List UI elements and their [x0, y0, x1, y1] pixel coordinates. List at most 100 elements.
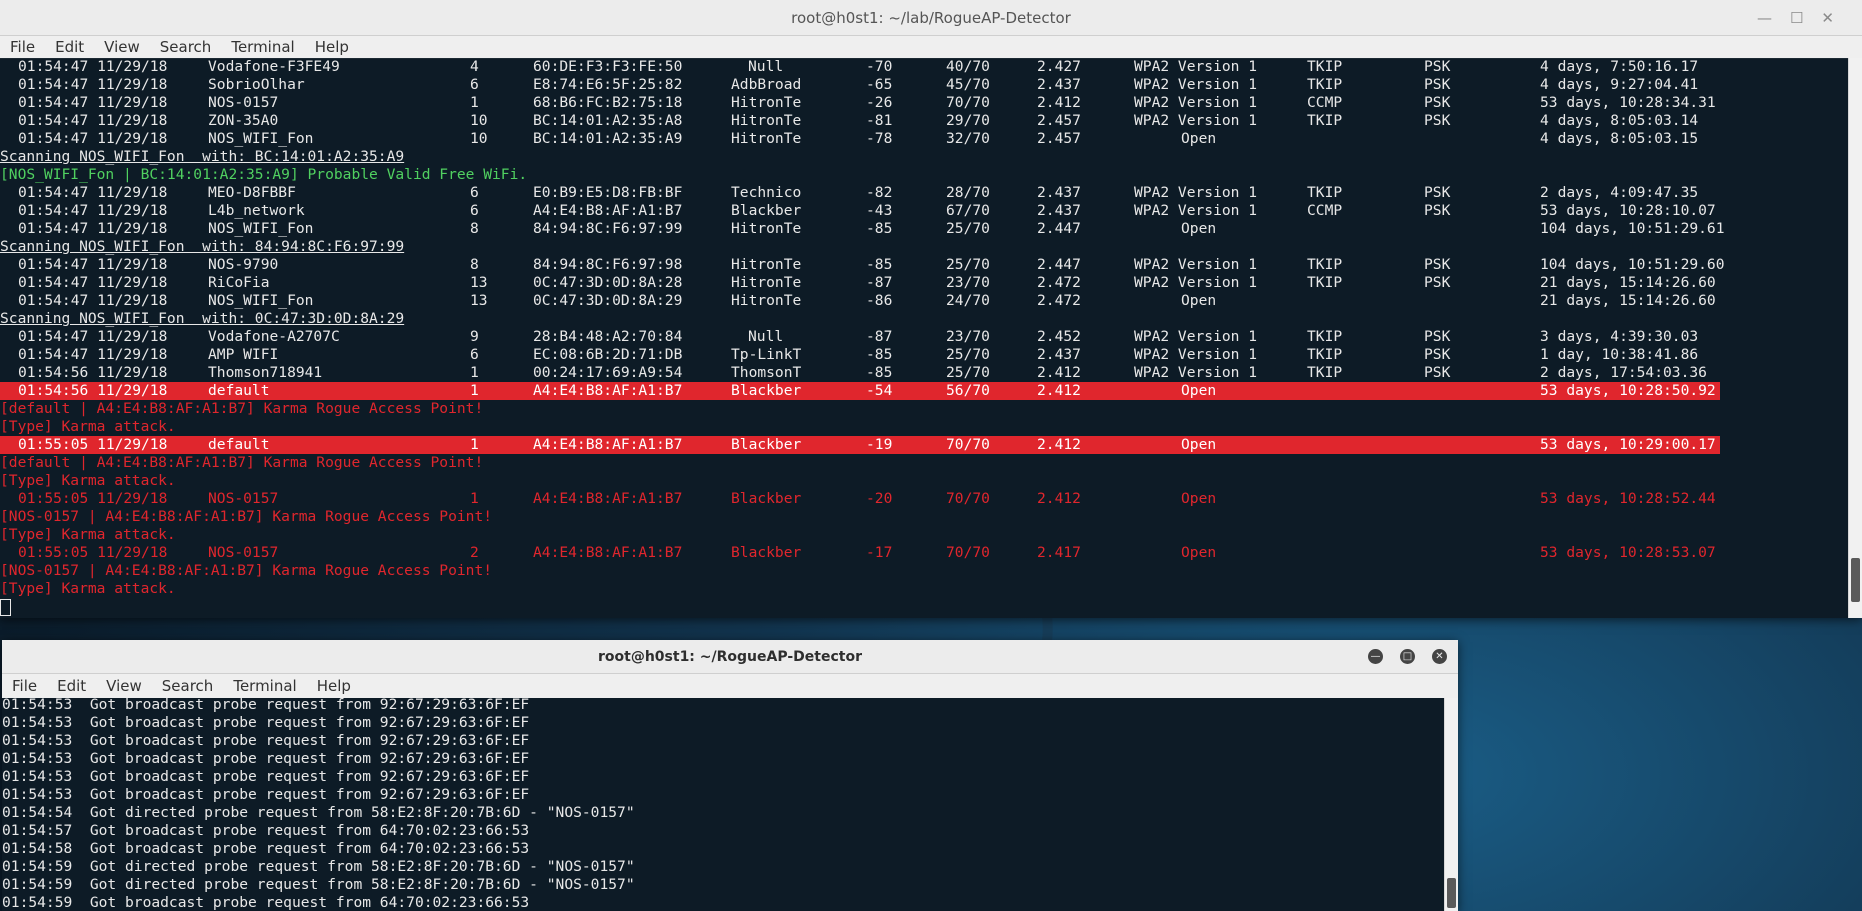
- window-titlebar[interactable]: root@h0st1: ~/lab/RogueAP-Detector — ☐ ✕: [0, 0, 1862, 36]
- cell-time: 01:54:56 11/29/18: [18, 364, 168, 381]
- line-text: Scanning NOS_WIFI_Fon with: 84:94:8C:F6:…: [0, 238, 405, 255]
- cell-ssid: default: [208, 382, 270, 399]
- terminal-window-secondary: root@h0st1: ~/RogueAP-Detector — □ ✕ Fil…: [2, 640, 1458, 911]
- cell-cipher: TKIP: [1307, 346, 1343, 363]
- terminal-output[interactable]: 01:54:53 Got broadcast probe request fro…: [2, 696, 1445, 911]
- cell-channel: 4: [470, 58, 479, 75]
- scrollbar[interactable]: [1848, 58, 1862, 618]
- terminal-output[interactable]: 01:54:47 11/29/18 Vodafone-F3FE49 4 60:DE:F…: [0, 58, 1849, 618]
- cell-mac: A4:E4:B8:AF:A1:B7: [533, 490, 683, 507]
- menu-help[interactable]: Help: [307, 677, 361, 695]
- cell-frequency: 2.437: [1037, 346, 1081, 363]
- cell-time: 01:54:47 11/29/18: [18, 220, 168, 237]
- cell-channel: 8: [470, 256, 479, 273]
- cell-encryption: Open: [1181, 220, 1217, 237]
- cell-mac: 60:DE:F3:F3:FE:50: [533, 58, 683, 75]
- cell-frequency: 2.412: [1037, 436, 1081, 453]
- menu-terminal[interactable]: Terminal: [221, 38, 304, 56]
- cell-cipher: TKIP: [1307, 58, 1343, 75]
- cell-channel: 13: [470, 274, 488, 291]
- cell-channel: 1: [470, 382, 479, 399]
- menu-view[interactable]: View: [96, 677, 152, 695]
- cell-encryption: WPA2 Version 1: [1134, 364, 1258, 381]
- cell-cipher: TKIP: [1307, 364, 1343, 381]
- line-text: [NOS_WIFI_Fon | BC:14:01:A2:35:A9] Proba…: [0, 166, 528, 183]
- close-icon[interactable]: ✕: [1821, 9, 1834, 27]
- alert-line: [Type] Karma attack.: [0, 472, 1849, 490]
- window-titlebar[interactable]: root@h0st1: ~/RogueAP-Detector — □ ✕: [2, 640, 1458, 674]
- cell-mac: 68:B6:FC:B2:75:18: [533, 94, 683, 111]
- cell-frequency: 2.452: [1037, 328, 1081, 345]
- cell-uptime: 4 days, 8:05:03.15: [1540, 130, 1699, 147]
- cell-ssid: MEO-D8FBBF: [208, 184, 296, 201]
- cell-time: 01:55:05 11/29/18: [18, 490, 168, 507]
- cell-frequency: 2.447: [1037, 256, 1081, 273]
- maximize-icon[interactable]: ☐: [1790, 9, 1803, 27]
- cell-frequency: 2.447: [1037, 220, 1081, 237]
- scan-row: 01:54:47 11/29/18 RiCoFia 13 0C:47:3D:0D:8A…: [0, 274, 1849, 292]
- menu-file[interactable]: File: [2, 677, 47, 695]
- cell-quality: 70/70: [946, 436, 990, 453]
- cell-uptime: 4 days, 7:50:16.17: [1540, 58, 1699, 75]
- probe-log-line: 01:54:53 Got broadcast probe request fro…: [2, 696, 530, 713]
- cell-encryption: Open: [1181, 490, 1217, 507]
- cell-uptime: 53 days, 10:28:53.07: [1540, 544, 1716, 561]
- scan-row: 01:55:05 11/29/18 NOS-0157 2 A4:E4:B8:AF:A1…: [0, 544, 1849, 562]
- close-icon[interactable]: ✕: [1432, 649, 1447, 664]
- cell-encryption: Open: [1181, 544, 1217, 561]
- cell-signal: -19: [866, 436, 893, 453]
- menu-help[interactable]: Help: [305, 38, 359, 56]
- cell-quality: 29/70: [946, 112, 990, 129]
- cell-mac: 00:24:17:69:A9:54: [533, 364, 683, 381]
- scrollbar[interactable]: [1444, 698, 1458, 911]
- cell-channel: 6: [470, 184, 479, 201]
- cell-ssid: NOS-0157: [208, 544, 279, 561]
- line-text: [Type] Karma attack.: [0, 526, 176, 543]
- cell-time: 01:54:47 11/29/18: [18, 202, 168, 219]
- menu-edit[interactable]: Edit: [45, 38, 94, 56]
- scrollbar-thumb[interactable]: [1447, 878, 1456, 908]
- cell-auth: PSK: [1424, 112, 1451, 129]
- cell-time: 01:55:05 11/29/18: [18, 436, 168, 453]
- cell-vendor: HitronTe: [731, 274, 802, 291]
- cell-channel: 1: [470, 94, 479, 111]
- cell-quality: 70/70: [946, 94, 990, 111]
- cell-quality: 70/70: [946, 544, 990, 561]
- probe-log-line: 01:54:59 Got broadcast probe request fro…: [2, 894, 530, 911]
- scan-row: 01:54:47 11/29/18 NOS_WIFI_Fon 10 BC:14:01:…: [0, 130, 1849, 148]
- maximize-icon[interactable]: □: [1400, 649, 1415, 664]
- cell-uptime: 21 days, 15:14:26.60: [1540, 274, 1716, 291]
- menu-search[interactable]: Search: [152, 677, 224, 695]
- cell-mac: A4:E4:B8:AF:A1:B7: [533, 436, 683, 453]
- cell-frequency: 2.472: [1037, 274, 1081, 291]
- scan-row: 01:54:47 11/29/18 Vodafone-F3FE49 4 60:DE:F…: [0, 58, 1849, 76]
- menu-bar: File Edit View Search Terminal Help: [0, 36, 1862, 59]
- cell-uptime: 53 days, 10:28:50.92: [1540, 382, 1716, 399]
- cell-auth: PSK: [1424, 328, 1451, 345]
- cell-cipher: TKIP: [1307, 76, 1343, 93]
- cell-mac: EC:08:6B:2D:71:DB: [533, 346, 683, 363]
- minimize-icon[interactable]: —: [1368, 649, 1383, 664]
- cell-uptime: 2 days, 17:54:03.36: [1540, 364, 1707, 381]
- scrollbar-thumb[interactable]: [1851, 558, 1860, 602]
- cell-mac: E0:B9:E5:D8:FB:BF: [533, 184, 683, 201]
- window-controls: — □ ✕: [1351, 640, 1447, 673]
- cell-ssid: default: [208, 436, 270, 453]
- menu-view[interactable]: View: [94, 38, 150, 56]
- minimize-icon[interactable]: —: [1757, 9, 1772, 27]
- cell-mac: A4:E4:B8:AF:A1:B7: [533, 544, 683, 561]
- menu-terminal[interactable]: Terminal: [223, 677, 306, 695]
- alert-line: [NOS-0157 | A4:E4:B8:AF:A1:B7] Karma Rog…: [0, 562, 1849, 580]
- menu-search[interactable]: Search: [150, 38, 222, 56]
- cell-ssid: NOS_WIFI_Fon: [208, 130, 314, 147]
- menu-edit[interactable]: Edit: [47, 677, 96, 695]
- cell-auth: PSK: [1424, 346, 1451, 363]
- cell-cipher: TKIP: [1307, 256, 1343, 273]
- cell-time: 01:54:47 11/29/18: [18, 346, 168, 363]
- cell-time: 01:54:47 11/29/18: [18, 274, 168, 291]
- cell-vendor: Technico: [731, 184, 802, 201]
- prompt-line: [0, 598, 1849, 616]
- menu-file[interactable]: File: [0, 38, 45, 56]
- alert-line: [default | A4:E4:B8:AF:A1:B7] Karma Rogu…: [0, 454, 1849, 472]
- cell-signal: -81: [866, 112, 893, 129]
